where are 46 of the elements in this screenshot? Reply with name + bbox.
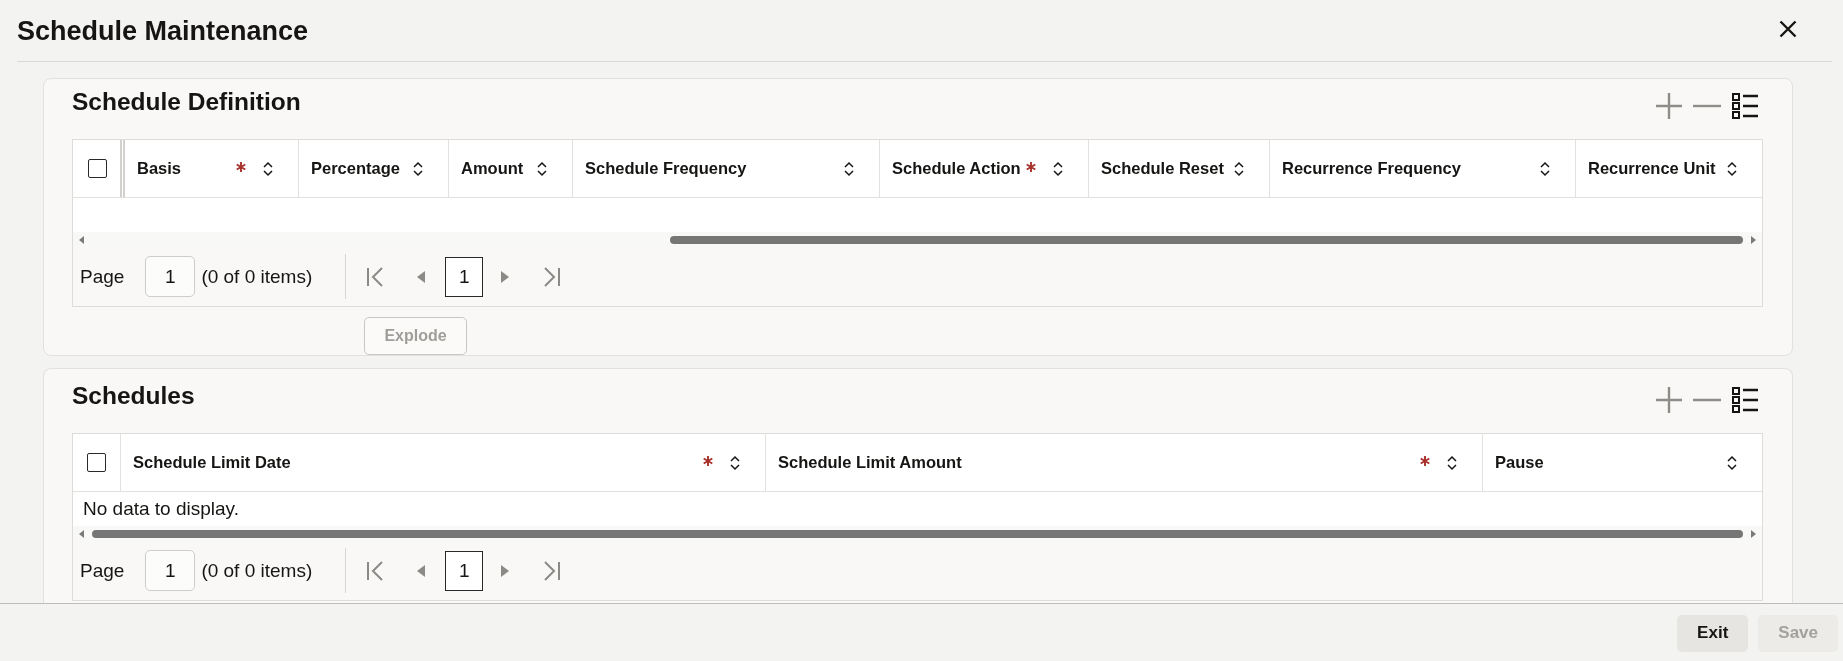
select-all-checkbox[interactable] xyxy=(87,453,106,472)
empty-message: No data to display. xyxy=(83,498,239,520)
sort-icon[interactable] xyxy=(1447,454,1457,471)
column-header[interactable]: Schedule Limit Date xyxy=(121,434,766,491)
sort-icon[interactable] xyxy=(844,160,854,177)
sort-icon[interactable] xyxy=(1234,160,1244,177)
sort-icon[interactable] xyxy=(1727,454,1737,471)
list-icon[interactable] xyxy=(1732,387,1758,413)
sort-icon[interactable] xyxy=(1540,160,1550,177)
exit-button[interactable]: Exit xyxy=(1677,614,1749,652)
scrollbar-thumb[interactable] xyxy=(92,529,1743,538)
page-number-button[interactable]: 1 xyxy=(445,256,484,297)
scroll-right-icon[interactable] xyxy=(1751,235,1756,244)
sort-icon[interactable] xyxy=(537,160,547,177)
sort-icon[interactable] xyxy=(730,454,740,471)
column-header[interactable]: Recurrence Unit xyxy=(1576,140,1762,197)
column-header[interactable]: Schedule Action xyxy=(880,140,1089,197)
scrollbar-thumb[interactable] xyxy=(669,235,1743,244)
section-title: Schedules xyxy=(72,381,195,411)
sort-icon[interactable] xyxy=(1053,160,1063,177)
page-input[interactable]: 1 xyxy=(145,256,196,297)
select-all-checkbox[interactable] xyxy=(87,159,107,178)
scroll-left-icon[interactable] xyxy=(79,235,84,244)
item-count-text: (0 of 0 items) xyxy=(201,265,313,288)
sort-icon[interactable] xyxy=(1727,160,1737,177)
scroll-left-icon[interactable] xyxy=(79,529,84,538)
column-header[interactable]: Pause xyxy=(1483,434,1762,491)
section-title: Schedule Definition xyxy=(72,87,301,117)
column-header[interactable]: Recurrence Frequency xyxy=(1270,140,1576,197)
column-header[interactable]: Schedule Limit Amount xyxy=(766,434,1483,491)
page-number-button[interactable]: 1 xyxy=(445,550,484,591)
window-title: Schedule Maintenance xyxy=(17,14,309,48)
close-icon[interactable] xyxy=(1779,20,1797,38)
column-header[interactable]: Amount xyxy=(449,140,573,197)
sort-icon[interactable] xyxy=(413,160,423,177)
column-header[interactable]: Percentage xyxy=(299,140,449,197)
sort-icon[interactable] xyxy=(263,160,273,177)
page-input[interactable]: 1 xyxy=(145,550,196,591)
page-label: Page xyxy=(80,559,125,582)
column-header[interactable]: Schedule Reset xyxy=(1089,140,1270,197)
item-count-text: (0 of 0 items) xyxy=(201,559,313,582)
column-header[interactable]: Schedule Frequency xyxy=(573,140,880,197)
list-icon[interactable] xyxy=(1732,93,1758,119)
column-header[interactable]: Basis xyxy=(125,140,299,197)
scroll-right-icon[interactable] xyxy=(1751,529,1756,538)
page-label: Page xyxy=(80,265,125,288)
